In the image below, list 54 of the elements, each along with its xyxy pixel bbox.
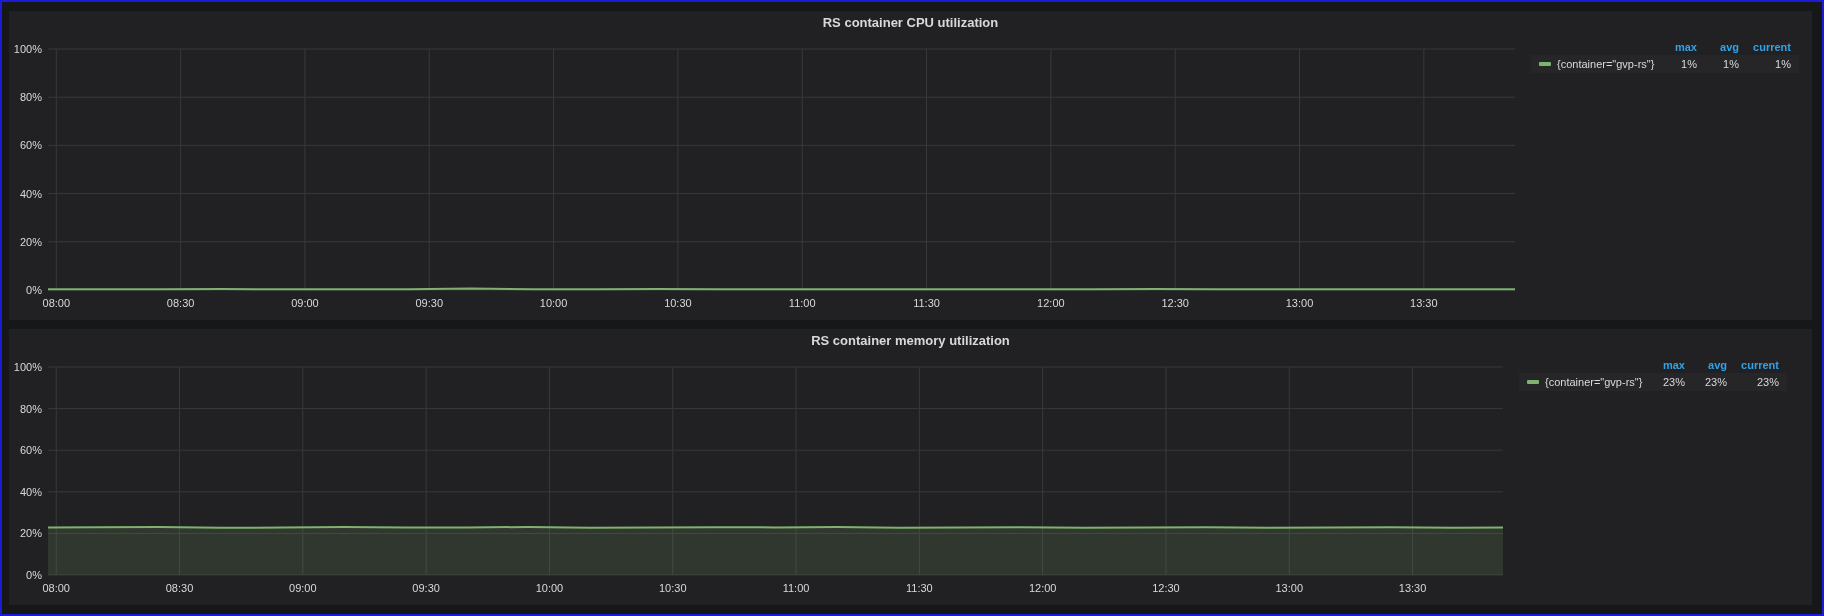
legend-value: 1% — [1774, 58, 1791, 70]
x-axis-label: 11:00 — [788, 297, 816, 309]
panel-title: RS container CPU utilization — [821, 14, 1000, 32]
series-name: {container="gvp-rs"} — [1545, 376, 1643, 388]
x-axis-label: 13:00 — [1275, 582, 1304, 594]
y-axis-label: 60% — [19, 444, 42, 457]
y-axis-label: 80% — [19, 402, 42, 415]
x-axis-label: 13:00 — [1285, 297, 1314, 309]
legend-value: 1% — [1722, 58, 1739, 70]
x-axis-label: 10:30 — [664, 297, 692, 309]
x-axis-label: 10:00 — [539, 297, 568, 309]
x-axis-label: 08:00 — [42, 582, 70, 594]
legend-value: 23% — [1661, 376, 1685, 388]
x-axis-label: 11:30 — [913, 297, 940, 309]
x-axis-label: 12:30 — [1152, 582, 1180, 594]
legend-column-header[interactable]: avg — [1697, 41, 1739, 53]
legend-column-header[interactable]: current — [1739, 41, 1791, 53]
x-axis-label: 13:30 — [1398, 582, 1427, 594]
x-axis-label: 08:00 — [42, 297, 71, 309]
legend-value: 1% — [1680, 58, 1697, 70]
y-axis-label: 40% — [19, 187, 42, 200]
y-axis-label: 80% — [19, 91, 42, 104]
y-axis-label: 40% — [19, 485, 42, 498]
x-axis-label: 11:30 — [906, 582, 933, 594]
legend-column-header[interactable]: avg — [1685, 359, 1727, 371]
x-axis-label: 08:30 — [166, 297, 195, 309]
legend-column-header[interactable]: current — [1727, 359, 1779, 371]
x-axis-label: 08:30 — [165, 582, 194, 594]
x-axis-label: 12:00 — [1028, 582, 1057, 594]
x-axis-label: 10:00 — [535, 582, 564, 594]
legend-column-header[interactable]: max — [1657, 41, 1697, 53]
legend-row[interactable]: {container="gvp-rs"} 1% 1% 1% — [1531, 55, 1799, 73]
x-axis-label: 13:30 — [1410, 297, 1438, 309]
legend-row[interactable]: {container="gvp-rs"} 23% 23% 23% — [1519, 373, 1787, 391]
x-axis-label: 09:00 — [289, 582, 317, 594]
y-axis-label: 60% — [19, 139, 42, 152]
legend-value: 23% — [1755, 376, 1779, 388]
x-axis-label: 09:30 — [412, 582, 440, 594]
y-axis-label: 20% — [19, 527, 42, 540]
x-axis-label: 12:00 — [1037, 297, 1065, 309]
x-axis-label: 10:30 — [659, 582, 687, 594]
x-axis-label: 09:00 — [291, 297, 319, 309]
legend-value: 23% — [1703, 376, 1727, 388]
y-axis-label: 0% — [26, 569, 42, 581]
y-axis-label: 100% — [13, 43, 42, 55]
y-axis-label: 100% — [13, 361, 42, 373]
x-axis-label: 12:30 — [1161, 297, 1189, 309]
panel-title: RS container memory utilization — [810, 332, 1011, 350]
x-axis-label: 09:30 — [415, 297, 443, 309]
y-axis-label: 0% — [26, 284, 42, 296]
legend-column-header[interactable]: max — [1645, 359, 1685, 371]
x-axis-label: 11:00 — [782, 582, 810, 594]
y-axis-label: 20% — [19, 235, 42, 248]
series-name: {container="gvp-rs"} — [1557, 58, 1655, 70]
